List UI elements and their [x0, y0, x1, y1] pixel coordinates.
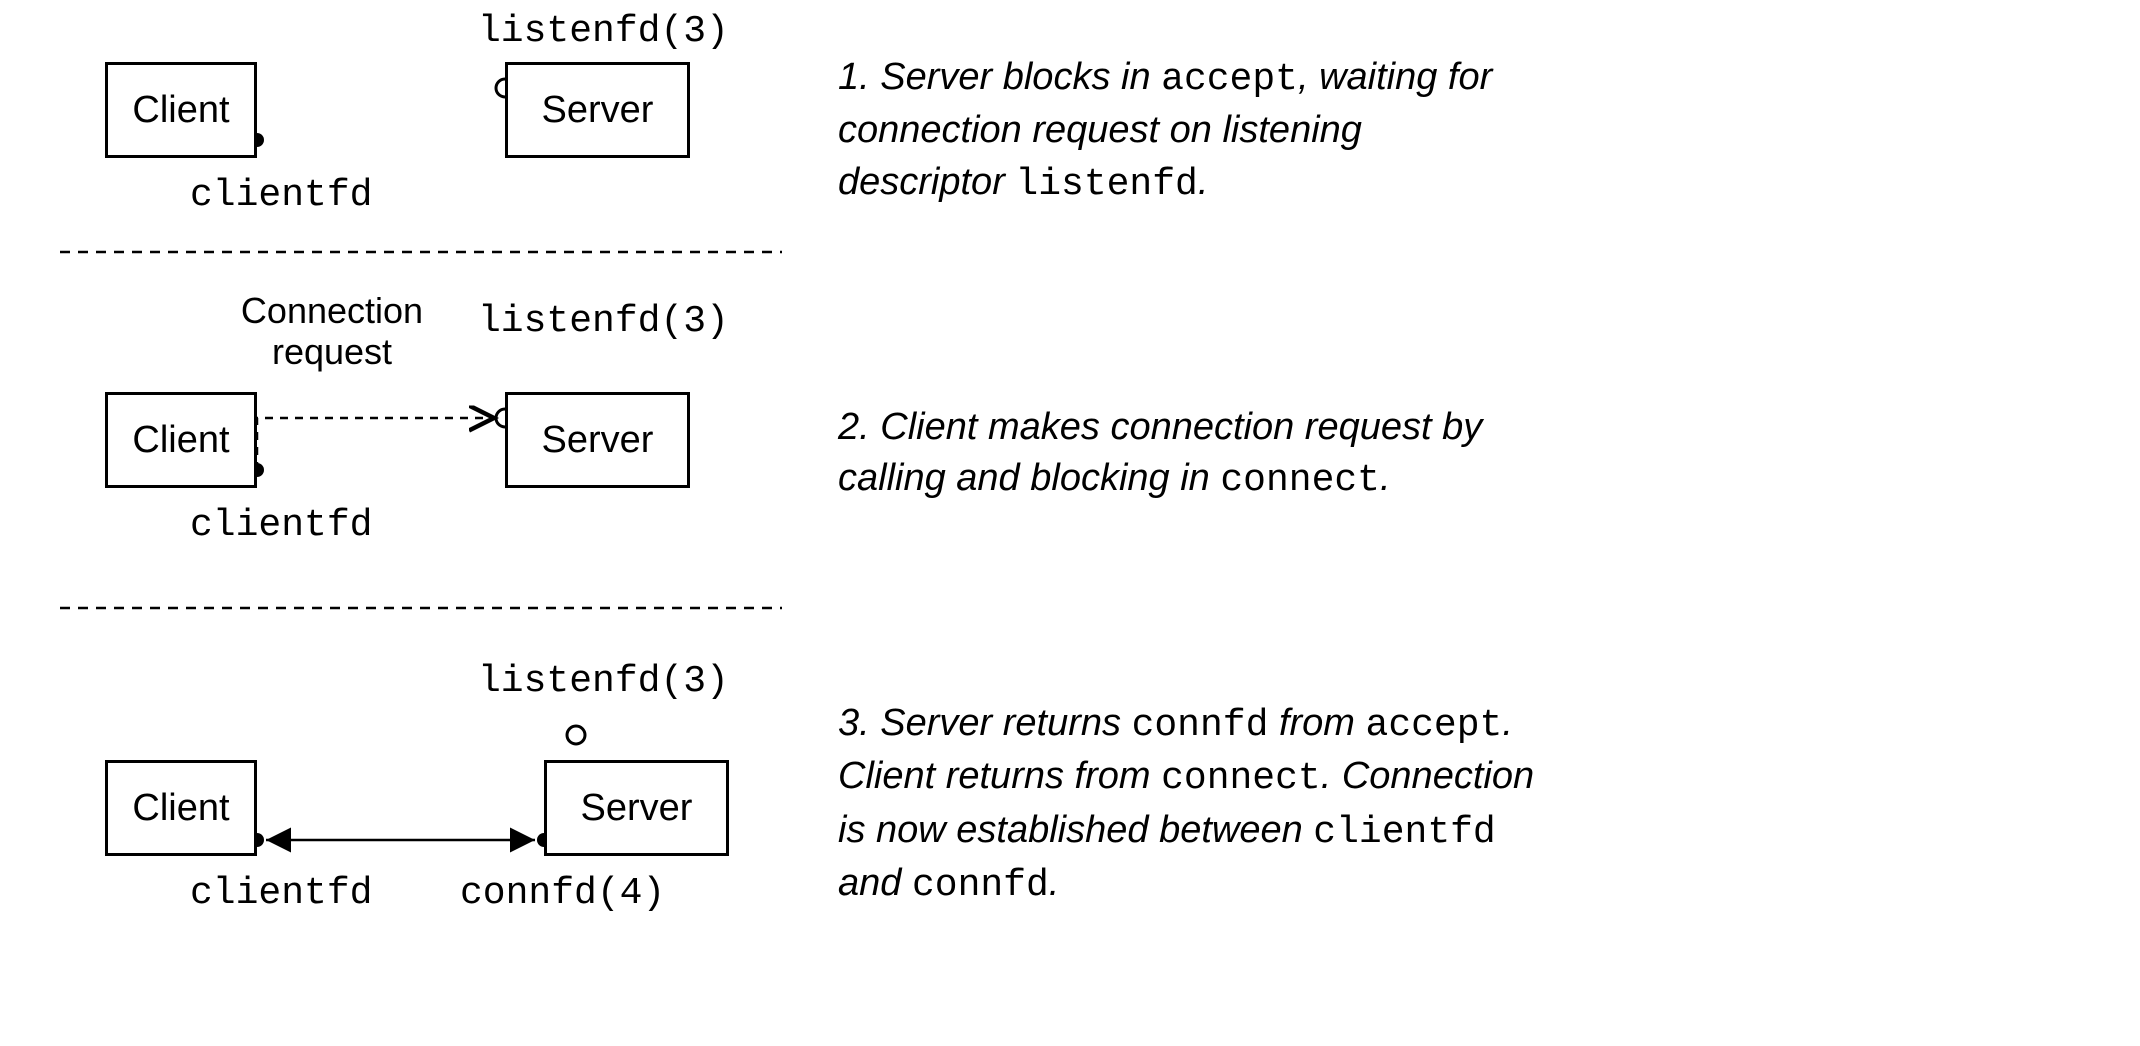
- server-label: Server: [542, 419, 654, 462]
- connection-request-label: Connection request: [232, 290, 432, 373]
- client-label: Client: [132, 89, 229, 132]
- listenfd-port-3: [567, 726, 585, 744]
- listenfd-label-2: listenfd(3): [478, 300, 729, 343]
- client-box-3: Client: [105, 760, 257, 856]
- client-box-1: Client: [105, 62, 257, 158]
- diagram-root: Client Server clientfd listenfd(3) 1. Se…: [0, 0, 2140, 1046]
- clientfd-label-2: clientfd: [190, 504, 372, 547]
- server-box-2: Server: [505, 392, 690, 488]
- server-label: Server: [581, 787, 693, 830]
- listenfd-label-1: listenfd(3): [478, 10, 729, 53]
- listenfd-label-3: listenfd(3): [478, 660, 729, 703]
- caption-2: 2. Client makes connection request by ca…: [838, 402, 1538, 507]
- clientfd-label-1: clientfd: [190, 174, 372, 217]
- connfd-label-3: connfd(4): [460, 872, 665, 915]
- client-label: Client: [132, 787, 229, 830]
- client-box-2: Client: [105, 392, 257, 488]
- connection-request-arrow: [257, 418, 494, 470]
- server-box-3: Server: [544, 760, 729, 856]
- client-label: Client: [132, 419, 229, 462]
- server-box-1: Server: [505, 62, 690, 158]
- caption-1: 1. Server blocks in accept, waiting for …: [838, 52, 1538, 210]
- caption-3: 3. Server returns connfd from accept. Cl…: [838, 698, 1538, 911]
- clientfd-label-3: clientfd: [190, 872, 372, 915]
- server-label: Server: [542, 89, 654, 132]
